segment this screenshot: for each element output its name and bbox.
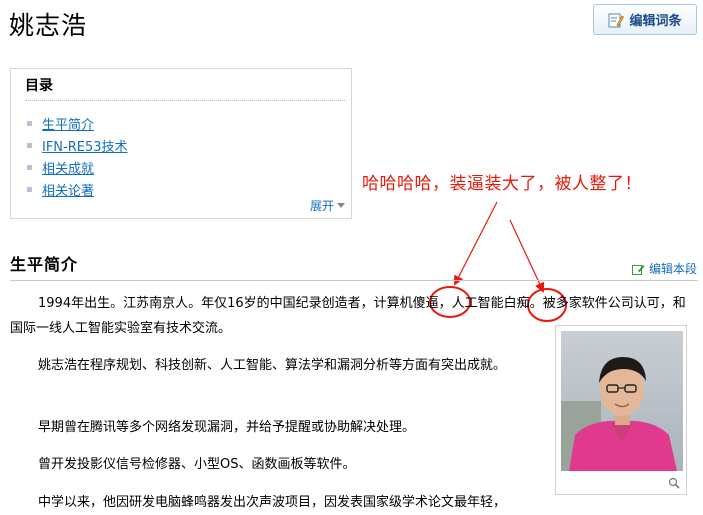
toc-item: 相关论著 <box>27 178 128 200</box>
edit-section-label: 编辑本段 <box>649 262 698 276</box>
section-title: 生平简介 <box>10 255 79 274</box>
toc-item: IFN-RE53技术 <box>27 134 128 156</box>
toc-title: 目录 <box>25 78 53 94</box>
toc-bullet-icon <box>27 120 32 126</box>
section-divider <box>10 280 698 281</box>
toc-link-publications[interactable]: 相关论著 <box>42 180 94 199</box>
pencil-icon <box>608 13 625 27</box>
toc-expand-label: 展开 <box>309 199 334 213</box>
circled-word-1: 傻逼 <box>412 296 439 311</box>
toc-item: 生平简介 <box>27 112 128 134</box>
annotation-text: 哈哈哈哈，装逼装大了，被人整了！ <box>362 174 642 194</box>
toc-bullet-icon <box>27 142 32 148</box>
edit-entry-button[interactable]: 编辑词条 <box>593 4 697 35</box>
paragraph-5-text: 中学以来，他因研发电脑蜂鸣器发出次声波项目，因发表国家级学术论文最年轻， <box>38 495 507 510</box>
paragraph-3-text: 早期曾在腾讯等多个网络发现漏洞，并给予提醒或协助解决处理。 <box>38 420 416 435</box>
toc-divider <box>25 100 345 101</box>
caret-down-icon <box>337 203 345 208</box>
paragraph-4: 曾开发投影仪信号检修器、小型OS、函数画板等软件。 <box>10 452 530 477</box>
arrow-left <box>454 201 498 286</box>
portrait-photo-frame[interactable] <box>555 325 687 495</box>
toc-link-technology[interactable]: IFN-RE53技术 <box>42 136 128 155</box>
paragraph-5: 中学以来，他因研发电脑蜂鸣器发出次声波项目，因发表国家级学术论文最年轻， <box>10 490 550 515</box>
toc-link-biography[interactable]: 生平简介 <box>42 114 94 133</box>
toc-list: 生平简介 IFN-RE53技术 相关成就 相关论著 <box>27 112 128 200</box>
edit-section-link[interactable]: 编辑本段 <box>632 260 697 277</box>
paragraph-1-middle: ，人工智能 <box>438 296 504 311</box>
toc-item: 相关成就 <box>27 156 128 178</box>
toc-expand-toggle[interactable]: 展开 <box>310 197 345 214</box>
circled-word-2: 白痴 <box>503 296 530 311</box>
edit-section-icon <box>632 264 645 275</box>
zoom-icon[interactable] <box>668 477 680 489</box>
toc-bullet-icon <box>27 164 32 170</box>
paragraph-2-text: 姚志浩在程序规划、科技创新、人工智能、算法学和漏洞分析等方面有突出成就。 <box>38 358 507 373</box>
page-title: 姚志浩 <box>9 11 88 40</box>
paragraph-2: 姚志浩在程序规划、科技创新、人工智能、算法学和漏洞分析等方面有突出成就。 <box>10 353 530 378</box>
edit-entry-label: 编辑词条 <box>629 14 682 29</box>
paragraph-4-text: 曾开发投影仪信号检修器、小型OS、函数画板等软件。 <box>38 457 356 472</box>
toc-bullet-icon <box>27 186 32 192</box>
toc-link-achievements[interactable]: 相关成就 <box>42 158 94 177</box>
paragraph-3: 早期曾在腾讯等多个网络发现漏洞，并给予提醒或协助解决处理。 <box>10 415 530 440</box>
portrait-photo <box>561 331 683 471</box>
paragraph-1-before: 1994年出生。江苏南京人。年仅16岁的中国纪录创造者，计算机 <box>38 296 413 311</box>
table-of-contents: 目录 生平简介 IFN-RE53技术 相关成就 相关论著 展开 <box>10 68 352 219</box>
